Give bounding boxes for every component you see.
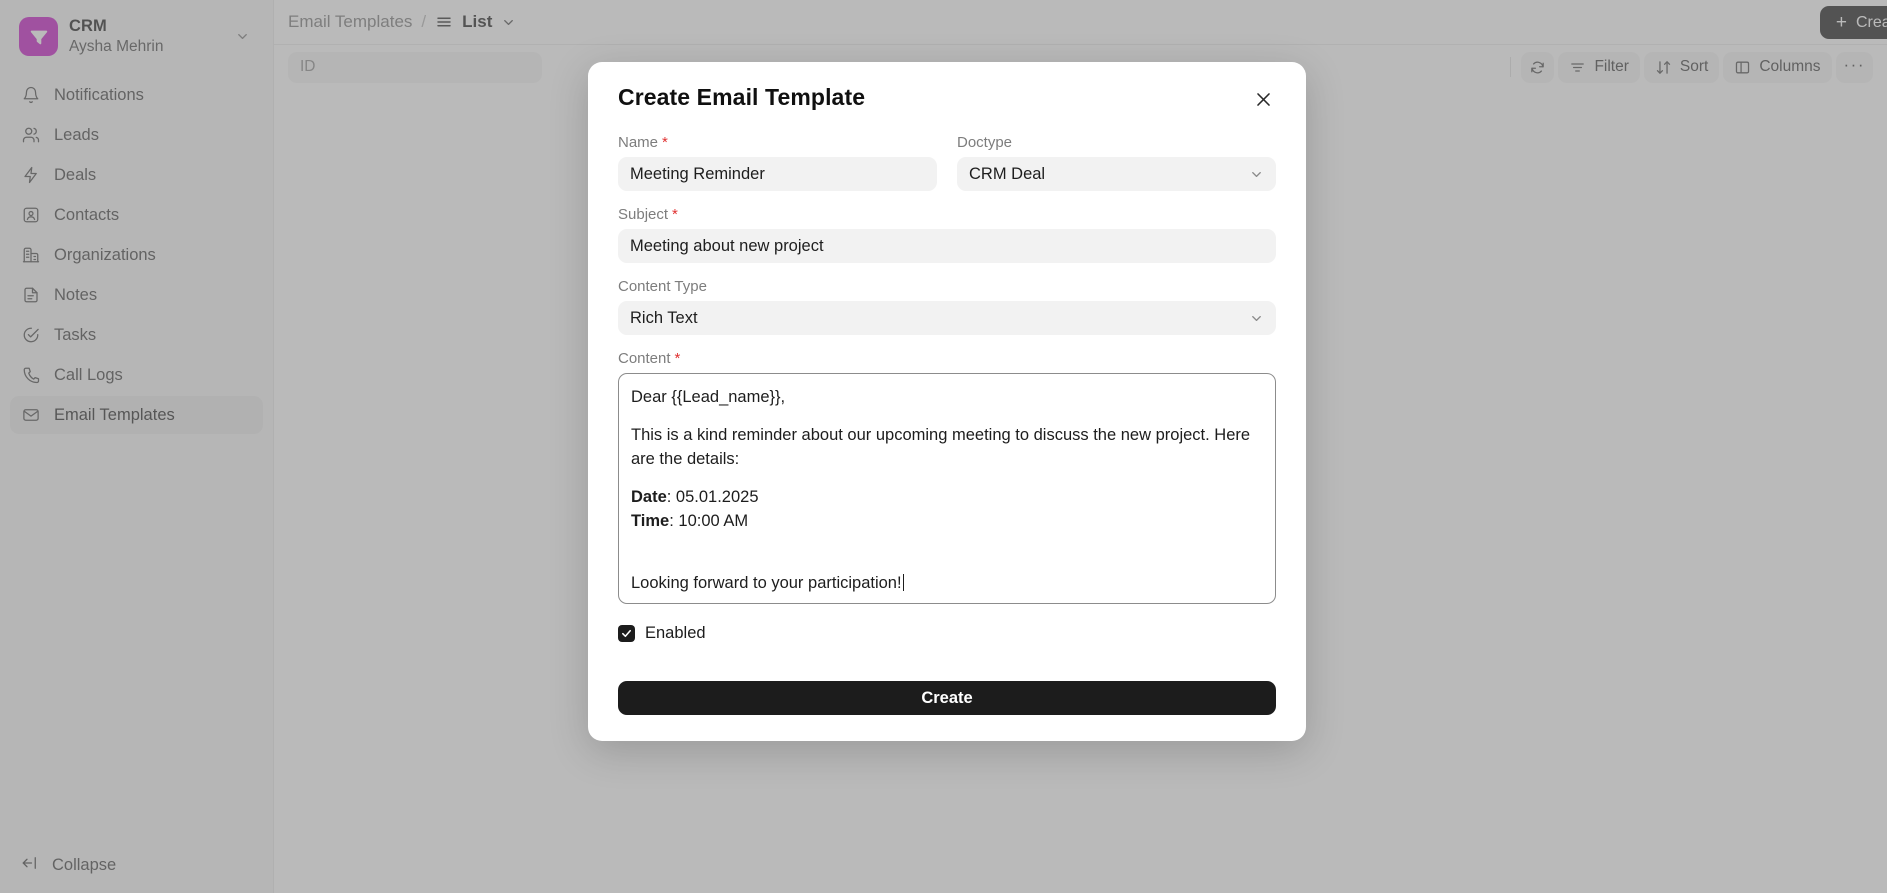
doctype-field-group: Doctype CRM Deal [957,134,1276,191]
name-input[interactable]: Meeting Reminder [618,157,937,191]
content-type-label-text: Content Type [618,278,707,295]
subject-input[interactable]: Meeting about new project [618,229,1276,263]
content-intro: This is a kind reminder about our upcomi… [631,426,1251,469]
content-blank-line [631,547,1263,571]
name-field-group: Name * Meeting Reminder [618,134,937,191]
text-caret [902,574,904,592]
content-label-text: Content [618,350,671,367]
close-icon[interactable] [1250,86,1276,112]
content-date-line: Date: 05.01.2025 [631,485,1263,509]
enabled-row[interactable]: Enabled [618,624,1276,643]
required-asterisk: * [662,134,668,151]
content-closing-line: Looking forward to your participation! [631,571,1263,595]
subject-field-label: Subject * [618,206,1276,223]
content-field-label: Content * [618,350,1276,367]
enabled-label: Enabled [645,624,706,642]
name-input-value: Meeting Reminder [630,164,765,183]
content-closing: Looking forward to your participation! [631,574,902,593]
dialog-header: Create Email Template [618,84,1276,112]
chevron-down-icon [1249,167,1264,182]
content-time-line: Time: 10:00 AM [631,509,1263,533]
content-type-select[interactable]: Rich Text [618,301,1276,335]
checkmark-icon [622,629,631,638]
name-label-text: Name [618,134,659,151]
required-asterisk: * [674,350,681,367]
content-greeting: Dear {{Lead_name}}, [631,388,786,406]
content-date-value: : 05.01.2025 [666,488,759,507]
content-time-value: : 10:00 AM [669,512,749,531]
content-editor[interactable]: Dear {{Lead_name}}, This is a kind remin… [618,373,1276,604]
content-type-field-label: Content Type [618,278,1276,295]
subject-input-value: Meeting about new project [630,236,824,255]
create-email-template-dialog: Create Email Template Name * Meeting Rem… [588,62,1306,741]
doctype-label-text: Doctype [957,134,1013,151]
content-date-label: Date [631,488,667,507]
doctype-select[interactable]: CRM Deal [957,157,1276,191]
content-type-field-group: Content Type Rich Text [618,278,1276,335]
content-type-select-value: Rich Text [630,308,698,327]
name-field-label: Name * [618,134,937,151]
subject-label-text: Subject [618,206,669,223]
dialog-title: Create Email Template [618,84,866,110]
enabled-checkbox[interactable] [618,625,635,642]
content-time-label: Time [631,512,670,531]
doctype-field-label: Doctype [957,134,1276,151]
subject-field-group: Subject * Meeting about new project [618,206,1276,263]
name-doctype-row: Name * Meeting Reminder Doctype CRM Deal [618,134,1276,191]
required-asterisk: * [672,206,678,223]
content-field-group: Content * Dear {{Lead_name}}, This is a … [618,350,1276,604]
chevron-down-icon [1249,311,1264,326]
submit-button-label: Create [921,688,973,707]
crm-app-window: CRM Aysha Mehrin Notifications Leads [0,0,1887,893]
submit-create-button[interactable]: Create [618,681,1276,715]
doctype-select-value: CRM Deal [969,164,1046,183]
